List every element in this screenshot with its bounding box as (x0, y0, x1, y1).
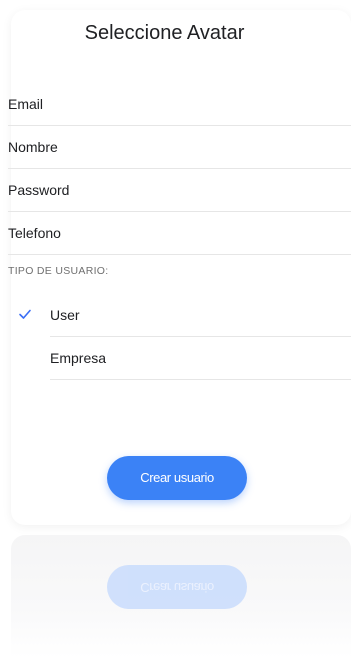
page-title: Seleccione Avatar (84, 22, 245, 44)
name-field[interactable] (8, 126, 351, 169)
user-type-label: TIPO DE USUARIO: (8, 265, 109, 277)
password-field[interactable] (8, 169, 351, 212)
user-type-option-empresa[interactable]: Empresa (8, 338, 351, 380)
password-input[interactable] (8, 182, 351, 198)
page: Seleccione Avatar TIPO DE USUARIO: User … (0, 0, 351, 658)
create-user-button[interactable]: Crear usuario (107, 456, 247, 500)
check-icon (18, 307, 34, 323)
button-reflection: Crear usuario (107, 565, 247, 609)
name-input[interactable] (8, 139, 351, 155)
email-field[interactable] (8, 83, 351, 126)
phone-field[interactable] (8, 212, 351, 255)
user-type-option-label: Empresa (50, 350, 107, 366)
email-input[interactable] (8, 96, 351, 112)
user-type-option-user[interactable]: User (8, 295, 351, 337)
phone-input[interactable] (8, 225, 351, 241)
divider (50, 379, 351, 380)
user-type-option-label: User (50, 307, 80, 323)
divider (50, 336, 351, 337)
